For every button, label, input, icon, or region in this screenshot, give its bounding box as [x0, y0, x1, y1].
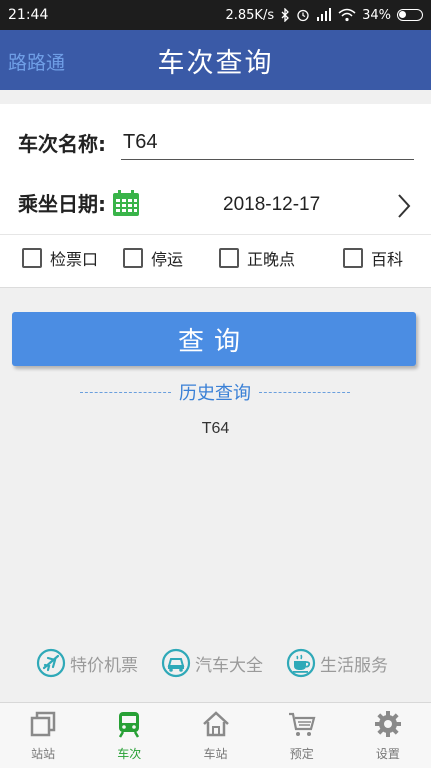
- bluetooth-icon: [281, 8, 290, 22]
- train-label: 车次名称:: [18, 132, 106, 156]
- checkbox-box[interactable]: [123, 248, 143, 268]
- battery-icon: [397, 9, 423, 21]
- tab-train[interactable]: 车次: [86, 703, 172, 768]
- tab-station-to-station[interactable]: 站站: [0, 703, 86, 768]
- service-label: 汽车大全: [195, 655, 263, 676]
- date-value[interactable]: 2018-12-17: [223, 194, 320, 216]
- brand-link[interactable]: 路路通: [8, 48, 65, 75]
- history-heading: 历史查询: [80, 378, 350, 406]
- tab-label: 站站: [31, 747, 56, 761]
- wifi-icon: [338, 8, 356, 22]
- train-number-input[interactable]: [121, 126, 414, 160]
- dashed-line: [259, 391, 350, 393]
- tab-label: 设置: [375, 747, 400, 761]
- date-label: 乘坐日期:: [18, 192, 106, 216]
- checkbox-box[interactable]: [343, 248, 363, 268]
- coffee-cup-icon: [286, 648, 316, 678]
- shopping-cart-icon: [288, 712, 316, 736]
- checkbox-label: 正晚点: [247, 250, 296, 269]
- status-time: 21:44: [8, 7, 49, 23]
- status-indicators: 2.85K/s 34%: [225, 8, 423, 23]
- battery-percent: 34%: [362, 7, 391, 23]
- checkbox-box[interactable]: [22, 248, 42, 268]
- tab-label: 车站: [203, 747, 228, 761]
- tab-label: 预定: [289, 747, 314, 761]
- tab-label: 车次: [117, 747, 142, 761]
- train-row: 车次名称:: [18, 124, 414, 164]
- car-icon: [161, 648, 191, 678]
- alarm-icon: [297, 9, 309, 22]
- tab-station[interactable]: 车站: [172, 703, 258, 768]
- service-label: 特价机票: [70, 655, 138, 676]
- checkbox-suspended[interactable]: 停运: [123, 246, 183, 270]
- service-life[interactable]: 生活服务: [286, 648, 388, 678]
- tab-booking[interactable]: 预定: [259, 703, 345, 768]
- history-item[interactable]: T64: [0, 420, 431, 438]
- service-label: 生活服务: [320, 655, 388, 676]
- station-house-icon: [202, 711, 229, 737]
- options-row: 检票口 停运 正晚点 百科: [22, 246, 412, 276]
- train-icon: [119, 712, 140, 738]
- service-flights[interactable]: 特价机票: [36, 648, 138, 678]
- query-form: 车次名称: 乘坐日期: 2018-12-17 检票口 停运: [0, 104, 431, 288]
- tab-settings[interactable]: 设置: [345, 703, 431, 768]
- service-cars[interactable]: 汽车大全: [161, 648, 263, 678]
- date-row[interactable]: 乘坐日期: 2018-12-17: [18, 184, 428, 228]
- status-bar: 21:44 2.85K/s 34%: [0, 0, 431, 30]
- query-button[interactable]: 查询: [12, 312, 416, 366]
- station-to-station-icon: [30, 711, 56, 737]
- form-divider: [0, 234, 431, 235]
- checkbox-ticket-gate[interactable]: 检票口: [22, 246, 98, 270]
- dashed-line: [80, 391, 171, 393]
- checkbox-delay[interactable]: 正晚点: [219, 246, 295, 270]
- gear-icon: [374, 711, 401, 737]
- checkbox-label: 检票口: [50, 250, 99, 269]
- checkbox-label: 停运: [151, 250, 184, 269]
- signal-icon: [317, 8, 332, 21]
- calendar-icon[interactable]: [111, 188, 141, 218]
- history-title: 历史查询: [179, 383, 251, 404]
- bottom-tab-bar: 站站 车次 车站 预定 设置: [0, 702, 431, 768]
- checkbox-box[interactable]: [219, 248, 239, 268]
- chevron-right-icon[interactable]: [396, 192, 412, 220]
- app-header: 路路通 车次查询: [0, 30, 431, 90]
- services-row: 特价机票 汽车大全 生活服务: [0, 648, 431, 682]
- checkbox-label: 百科: [371, 250, 404, 269]
- airplane-icon: [36, 648, 66, 678]
- page-title: 车次查询: [157, 47, 274, 79]
- network-speed: 2.85K/s: [225, 7, 275, 23]
- checkbox-encyclopedia[interactable]: 百科: [343, 246, 403, 270]
